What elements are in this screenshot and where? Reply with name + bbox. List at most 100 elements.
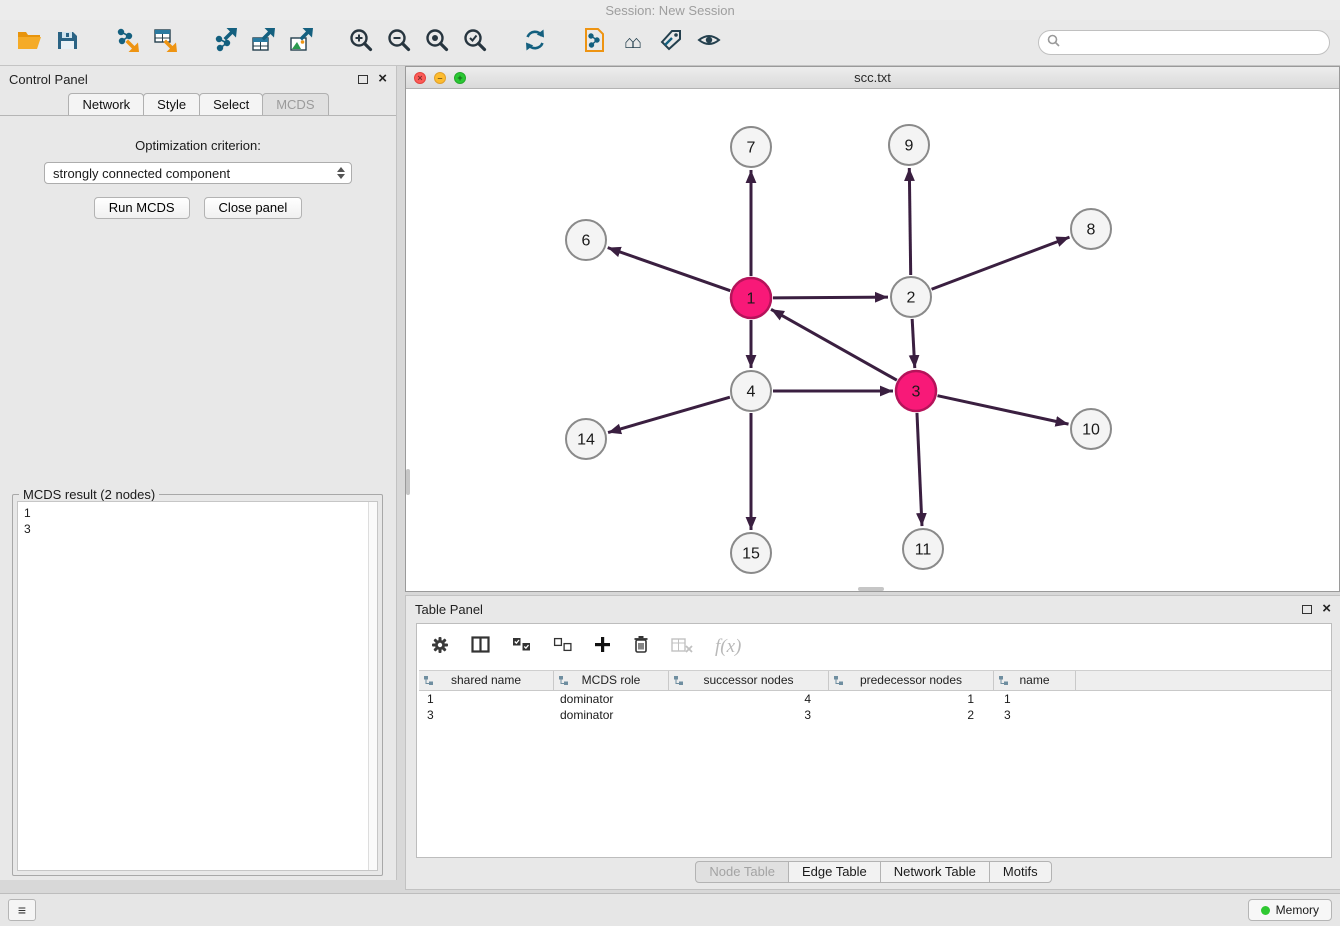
graph-edge-2-9[interactable] (909, 168, 910, 275)
zoom-out-icon (386, 27, 412, 58)
graph-node-8[interactable]: 8 (1071, 209, 1111, 249)
tab-network-table[interactable]: Network Table (880, 861, 990, 883)
graph-edge-3-10[interactable] (937, 396, 1068, 424)
graph-edge-3-1[interactable] (771, 309, 897, 380)
zoom-selected-button[interactable] (456, 24, 494, 62)
columns-icon (471, 640, 490, 657)
node-label: 6 (582, 233, 591, 250)
graph-edge-2-3[interactable] (912, 319, 915, 368)
table-cell[interactable]: 3 (419, 707, 554, 723)
zoom-window-icon[interactable]: + (454, 72, 466, 84)
import-table-icon (152, 27, 178, 58)
task-history-button[interactable]: ≡ (8, 899, 36, 921)
style-button[interactable] (652, 24, 690, 62)
minimize-window-icon[interactable]: – (434, 72, 446, 84)
open-session-button[interactable] (10, 24, 48, 62)
trash-icon (633, 641, 649, 658)
first-neighbors-button[interactable]: ⌂⌂ (614, 24, 652, 62)
column-header-shared-name[interactable]: shared name (419, 671, 554, 690)
table-cell[interactable]: 2 (829, 707, 994, 723)
search-input[interactable] (1065, 35, 1321, 50)
close-window-icon[interactable]: × (414, 72, 426, 84)
refresh-button[interactable] (516, 24, 554, 62)
export-image-button[interactable] (282, 24, 320, 62)
graph-node-3[interactable]: 3 (896, 371, 936, 411)
show-hide-button[interactable] (690, 24, 728, 62)
network-graph[interactable]: 7 9 6 8 1 2 4 3 14 10 15 11 (406, 89, 1339, 591)
tab-node-table[interactable]: Node Table (695, 861, 789, 883)
column-header-predecessor-nodes[interactable]: predecessor nodes (829, 671, 994, 690)
network-canvas[interactable]: 7 9 6 8 1 2 4 3 14 10 15 11 (406, 89, 1339, 591)
graph-edge-3-11[interactable] (917, 413, 922, 526)
delete-column-button[interactable] (633, 635, 649, 659)
status-bar: ≡ Memory (0, 893, 1340, 926)
graph-node-14[interactable]: 14 (566, 419, 606, 459)
tab-network[interactable]: Network (68, 93, 144, 115)
graph-node-9[interactable]: 9 (889, 125, 929, 165)
control-panel-tabs: Network Style Select MCDS (0, 92, 396, 116)
export-network-button[interactable] (206, 24, 244, 62)
mcds-result-box: 1 3 (17, 501, 378, 871)
tab-edge-table[interactable]: Edge Table (788, 861, 881, 883)
graph-node-10[interactable]: 10 (1071, 409, 1111, 449)
table-cell[interactable]: 1 (994, 691, 1076, 707)
graph-node-7[interactable]: 7 (731, 127, 771, 167)
graph-node-6[interactable]: 6 (566, 220, 606, 260)
graph-node-15[interactable]: 15 (731, 533, 771, 573)
run-mcds-button[interactable]: Run MCDS (94, 197, 190, 219)
table-settings-button[interactable] (431, 636, 449, 659)
vertical-scrollbar-nub[interactable] (406, 469, 410, 495)
table-cell[interactable]: 1 (829, 691, 994, 707)
search-box[interactable] (1038, 30, 1330, 55)
table-cell[interactable]: 3 (669, 707, 829, 723)
delete-table-button[interactable] (671, 637, 693, 658)
graph-edge-4-14[interactable] (608, 397, 730, 432)
result-scrollbar[interactable] (368, 502, 377, 870)
close-panel-button[interactable]: Close panel (204, 197, 303, 219)
combobox-arrows-icon (337, 167, 345, 179)
import-network-button[interactable] (108, 24, 146, 62)
save-session-button[interactable] (48, 24, 86, 62)
horizontal-scrollbar-nub[interactable] (858, 587, 884, 591)
column-header-successor-nodes[interactable]: successor nodes (669, 671, 829, 690)
table-row[interactable]: 3dominator323 (419, 707, 1331, 723)
zoom-fit-button[interactable] (418, 24, 456, 62)
graph-edge-2-8[interactable] (932, 237, 1070, 289)
tab-style[interactable]: Style (143, 93, 200, 115)
graph-edge-1-6[interactable] (608, 248, 731, 291)
column-header-mcds-role[interactable]: MCDS role (554, 671, 669, 690)
table-cell[interactable]: dominator (554, 691, 669, 707)
close-panel-icon[interactable]: × (378, 73, 387, 85)
function-builder-button[interactable]: f(x) (715, 636, 741, 658)
import-table-button[interactable] (146, 24, 184, 62)
graph-node-4[interactable]: 4 (731, 371, 771, 411)
graph-node-1[interactable]: 1 (731, 278, 771, 318)
table-cell[interactable]: 4 (669, 691, 829, 707)
zoom-out-button[interactable] (380, 24, 418, 62)
select-all-button[interactable] (512, 637, 531, 657)
column-header-name[interactable]: name (994, 671, 1076, 690)
tab-motifs[interactable]: Motifs (989, 861, 1052, 883)
export-table-button[interactable] (244, 24, 282, 62)
unselect-all-button[interactable] (553, 637, 572, 657)
tab-mcds[interactable]: MCDS (262, 93, 328, 115)
zoom-in-button[interactable] (342, 24, 380, 62)
memory-button[interactable]: Memory (1248, 899, 1332, 921)
tab-select[interactable]: Select (199, 93, 263, 115)
node-label: 14 (577, 432, 595, 449)
float-window-icon[interactable] (358, 75, 368, 84)
table-cell[interactable]: 1 (419, 691, 554, 707)
graph-edge-1-2[interactable] (773, 297, 888, 298)
network-from-selection-button[interactable] (576, 24, 614, 62)
table-row[interactable]: 1dominator411 (419, 691, 1331, 707)
table-cell[interactable]: 3 (994, 707, 1076, 723)
float-window-icon[interactable] (1302, 605, 1312, 614)
show-columns-button[interactable] (471, 636, 490, 658)
close-panel-icon[interactable]: × (1322, 603, 1331, 615)
table-panel-tabs: Node Table Edge Table Network Table Moti… (406, 861, 1340, 883)
table-cell[interactable]: dominator (554, 707, 669, 723)
graph-node-2[interactable]: 2 (891, 277, 931, 317)
graph-node-11[interactable]: 11 (903, 529, 943, 569)
criterion-select[interactable]: strongly connected component (44, 162, 352, 184)
create-column-button[interactable] (594, 636, 611, 658)
